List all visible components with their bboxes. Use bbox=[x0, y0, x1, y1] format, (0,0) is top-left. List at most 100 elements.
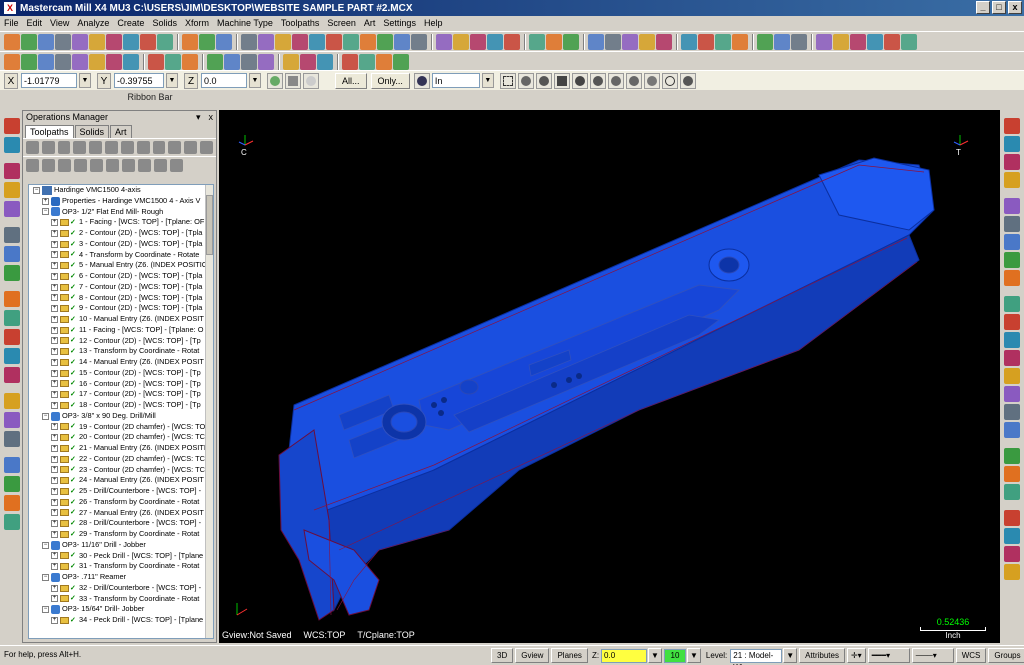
verify-icon[interactable] bbox=[643, 72, 660, 89]
right-toolbar-tool-icon[interactable] bbox=[1004, 154, 1020, 170]
main-toolbar-tool-icon[interactable] bbox=[199, 33, 215, 50]
main-toolbar-tool-icon[interactable] bbox=[504, 33, 520, 50]
z-depth-field[interactable]: 0.0 bbox=[601, 648, 648, 663]
main-toolbar-tool-icon[interactable] bbox=[21, 33, 37, 50]
operation-item[interactable]: + ✓ 27 - Manual Entry (Z6. (INDEX POSIT bbox=[29, 508, 213, 519]
right-toolbar-tool-icon[interactable] bbox=[1004, 510, 1020, 526]
ops-action-icon[interactable] bbox=[41, 141, 55, 154]
secondary-toolbar-tool-icon[interactable] bbox=[359, 53, 375, 70]
main-toolbar-tool-icon[interactable] bbox=[258, 33, 274, 50]
main-toolbar-tool-icon[interactable] bbox=[487, 33, 503, 50]
menu-art[interactable]: Art bbox=[364, 18, 382, 28]
operation-item[interactable]: + ✓ 18 - Contour (2D) - [WCS: TOP] - [Tp bbox=[29, 400, 213, 411]
ops-action-icon[interactable] bbox=[105, 141, 118, 154]
minimize-button[interactable]: _ bbox=[976, 1, 990, 14]
secondary-toolbar-tool-icon[interactable] bbox=[38, 53, 54, 70]
expand-toggle-icon[interactable]: + bbox=[51, 434, 58, 442]
menu-analyze[interactable]: Analyze bbox=[77, 18, 115, 28]
secondary-toolbar-tool-icon[interactable] bbox=[376, 53, 392, 70]
operation-item[interactable]: + ✓ 31 - Transform by Coordinate - Rotat bbox=[29, 561, 213, 572]
operation-item[interactable]: + ✓ 16 - Contour (2D) - [WCS: TOP] - [Tp bbox=[29, 379, 213, 390]
ops-action-icon[interactable] bbox=[26, 141, 39, 154]
solid-edge-icon[interactable] bbox=[589, 72, 606, 89]
close-button[interactable]: x bbox=[1008, 1, 1022, 14]
secondary-toolbar-tool-icon[interactable] bbox=[224, 53, 240, 70]
main-toolbar-tool-icon[interactable] bbox=[732, 33, 748, 50]
solid-body-icon[interactable] bbox=[571, 72, 588, 89]
tab-solids[interactable]: Solids bbox=[74, 125, 110, 138]
left-toolbar-tool-icon[interactable] bbox=[4, 412, 20, 428]
main-toolbar-tool-icon[interactable] bbox=[38, 33, 54, 50]
expand-toggle-icon[interactable]: + bbox=[51, 229, 58, 237]
solid-loop-icon[interactable] bbox=[607, 72, 624, 89]
right-toolbar-tool-icon[interactable] bbox=[1004, 172, 1020, 188]
right-toolbar-tool-icon[interactable] bbox=[1004, 422, 1020, 438]
menu-create[interactable]: Create bbox=[117, 18, 150, 28]
wcs-button[interactable]: WCS bbox=[955, 648, 987, 663]
expand-toggle-icon[interactable]: + bbox=[51, 391, 58, 399]
operation-item[interactable]: + ✓ 24 - Manual Entry (Z6. (INDEX POSIT bbox=[29, 475, 213, 486]
expand-toggle-icon[interactable]: + bbox=[51, 444, 58, 452]
secondary-toolbar-tool-icon[interactable] bbox=[165, 53, 181, 70]
operation-item[interactable]: + ✓ 3 - Contour (2D) - [WCS: TOP] - [Tpla bbox=[29, 239, 213, 250]
expand-toggle-icon[interactable]: + bbox=[51, 509, 58, 517]
operation-item[interactable]: + ✓ 28 - Drill/Counterbore - [WCS: TOP] - bbox=[29, 518, 213, 529]
ops-action-icon[interactable] bbox=[184, 141, 198, 154]
ops-move-icon[interactable] bbox=[74, 159, 87, 172]
expand-toggle-icon[interactable]: + bbox=[51, 358, 58, 366]
main-toolbar-tool-icon[interactable] bbox=[343, 33, 359, 50]
main-toolbar-tool-icon[interactable] bbox=[106, 33, 122, 50]
main-toolbar-tool-icon[interactable] bbox=[681, 33, 697, 50]
menu-xform[interactable]: Xform bbox=[185, 18, 215, 28]
expand-toggle-icon[interactable]: + bbox=[51, 595, 58, 603]
operation-item[interactable]: + ✓ 9 - Contour (2D) - [WCS: TOP] - [Tpla bbox=[29, 303, 213, 314]
secondary-toolbar-tool-icon[interactable] bbox=[342, 53, 358, 70]
main-toolbar-tool-icon[interactable] bbox=[867, 33, 883, 50]
left-toolbar-tool-icon[interactable] bbox=[4, 291, 20, 307]
main-toolbar-tool-icon[interactable] bbox=[72, 33, 88, 50]
left-toolbar-tool-icon[interactable] bbox=[4, 182, 20, 198]
main-toolbar-tool-icon[interactable] bbox=[182, 33, 198, 50]
help-icon[interactable] bbox=[303, 72, 319, 89]
ops-action-icon[interactable] bbox=[136, 141, 150, 154]
level-dropdown[interactable]: ▼ bbox=[783, 648, 798, 663]
main-toolbar-tool-icon[interactable] bbox=[123, 33, 139, 50]
pin-icon[interactable]: ▾ bbox=[196, 111, 201, 123]
operation-item[interactable]: + ✓ 5 - Manual Entry (Z6. (INDEX POSITIC bbox=[29, 260, 213, 271]
x-coordinate-input[interactable] bbox=[21, 73, 77, 88]
main-toolbar-tool-icon[interactable] bbox=[791, 33, 807, 50]
main-toolbar-tool-icon[interactable] bbox=[757, 33, 773, 50]
no-entry-icon[interactable] bbox=[661, 72, 678, 89]
main-toolbar-tool-icon[interactable] bbox=[292, 33, 308, 50]
ops-action-icon[interactable] bbox=[89, 141, 103, 154]
tab-art[interactable]: Art bbox=[110, 125, 132, 138]
expand-toggle-icon[interactable]: + bbox=[51, 251, 58, 259]
left-toolbar-tool-icon[interactable] bbox=[4, 310, 20, 326]
ops-action-icon[interactable] bbox=[57, 141, 71, 154]
expand-toggle-icon[interactable]: − bbox=[33, 186, 40, 194]
main-toolbar-tool-icon[interactable] bbox=[563, 33, 579, 50]
operation-item[interactable]: + ✓ 14 - Manual Entry (Z6. (INDEX POSIT bbox=[29, 357, 213, 368]
secondary-toolbar-tool-icon[interactable] bbox=[4, 53, 20, 70]
operation-item[interactable]: + ✓ 1 - Facing - [WCS: TOP] - [Tplane: OF bbox=[29, 217, 213, 228]
secondary-toolbar-tool-icon[interactable] bbox=[207, 53, 223, 70]
secondary-toolbar-tool-icon[interactable] bbox=[300, 53, 316, 70]
right-toolbar-tool-icon[interactable] bbox=[1004, 546, 1020, 562]
expand-toggle-icon[interactable]: + bbox=[51, 326, 58, 334]
operation-item[interactable]: + ✓ 11 - Facing - [WCS: TOP] - [Tplane: O bbox=[29, 325, 213, 336]
3d-button[interactable]: 3D bbox=[491, 648, 514, 663]
secondary-toolbar-tool-icon[interactable] bbox=[55, 53, 71, 70]
main-toolbar-tool-icon[interactable] bbox=[884, 33, 900, 50]
right-toolbar-tool-icon[interactable] bbox=[1004, 136, 1020, 152]
main-toolbar-tool-icon[interactable] bbox=[394, 33, 410, 50]
right-toolbar-tool-icon[interactable] bbox=[1004, 216, 1020, 232]
right-toolbar-tool-icon[interactable] bbox=[1004, 564, 1020, 580]
ops-move-icon[interactable] bbox=[138, 159, 151, 172]
menu-help[interactable]: Help bbox=[424, 18, 449, 28]
right-toolbar-tool-icon[interactable] bbox=[1004, 296, 1020, 312]
main-toolbar-tool-icon[interactable] bbox=[216, 33, 232, 50]
menu-view[interactable]: View bbox=[50, 18, 75, 28]
autocursor-icon[interactable] bbox=[267, 72, 283, 89]
main-toolbar-tool-icon[interactable] bbox=[309, 33, 325, 50]
secondary-toolbar-tool-icon[interactable] bbox=[241, 53, 257, 70]
